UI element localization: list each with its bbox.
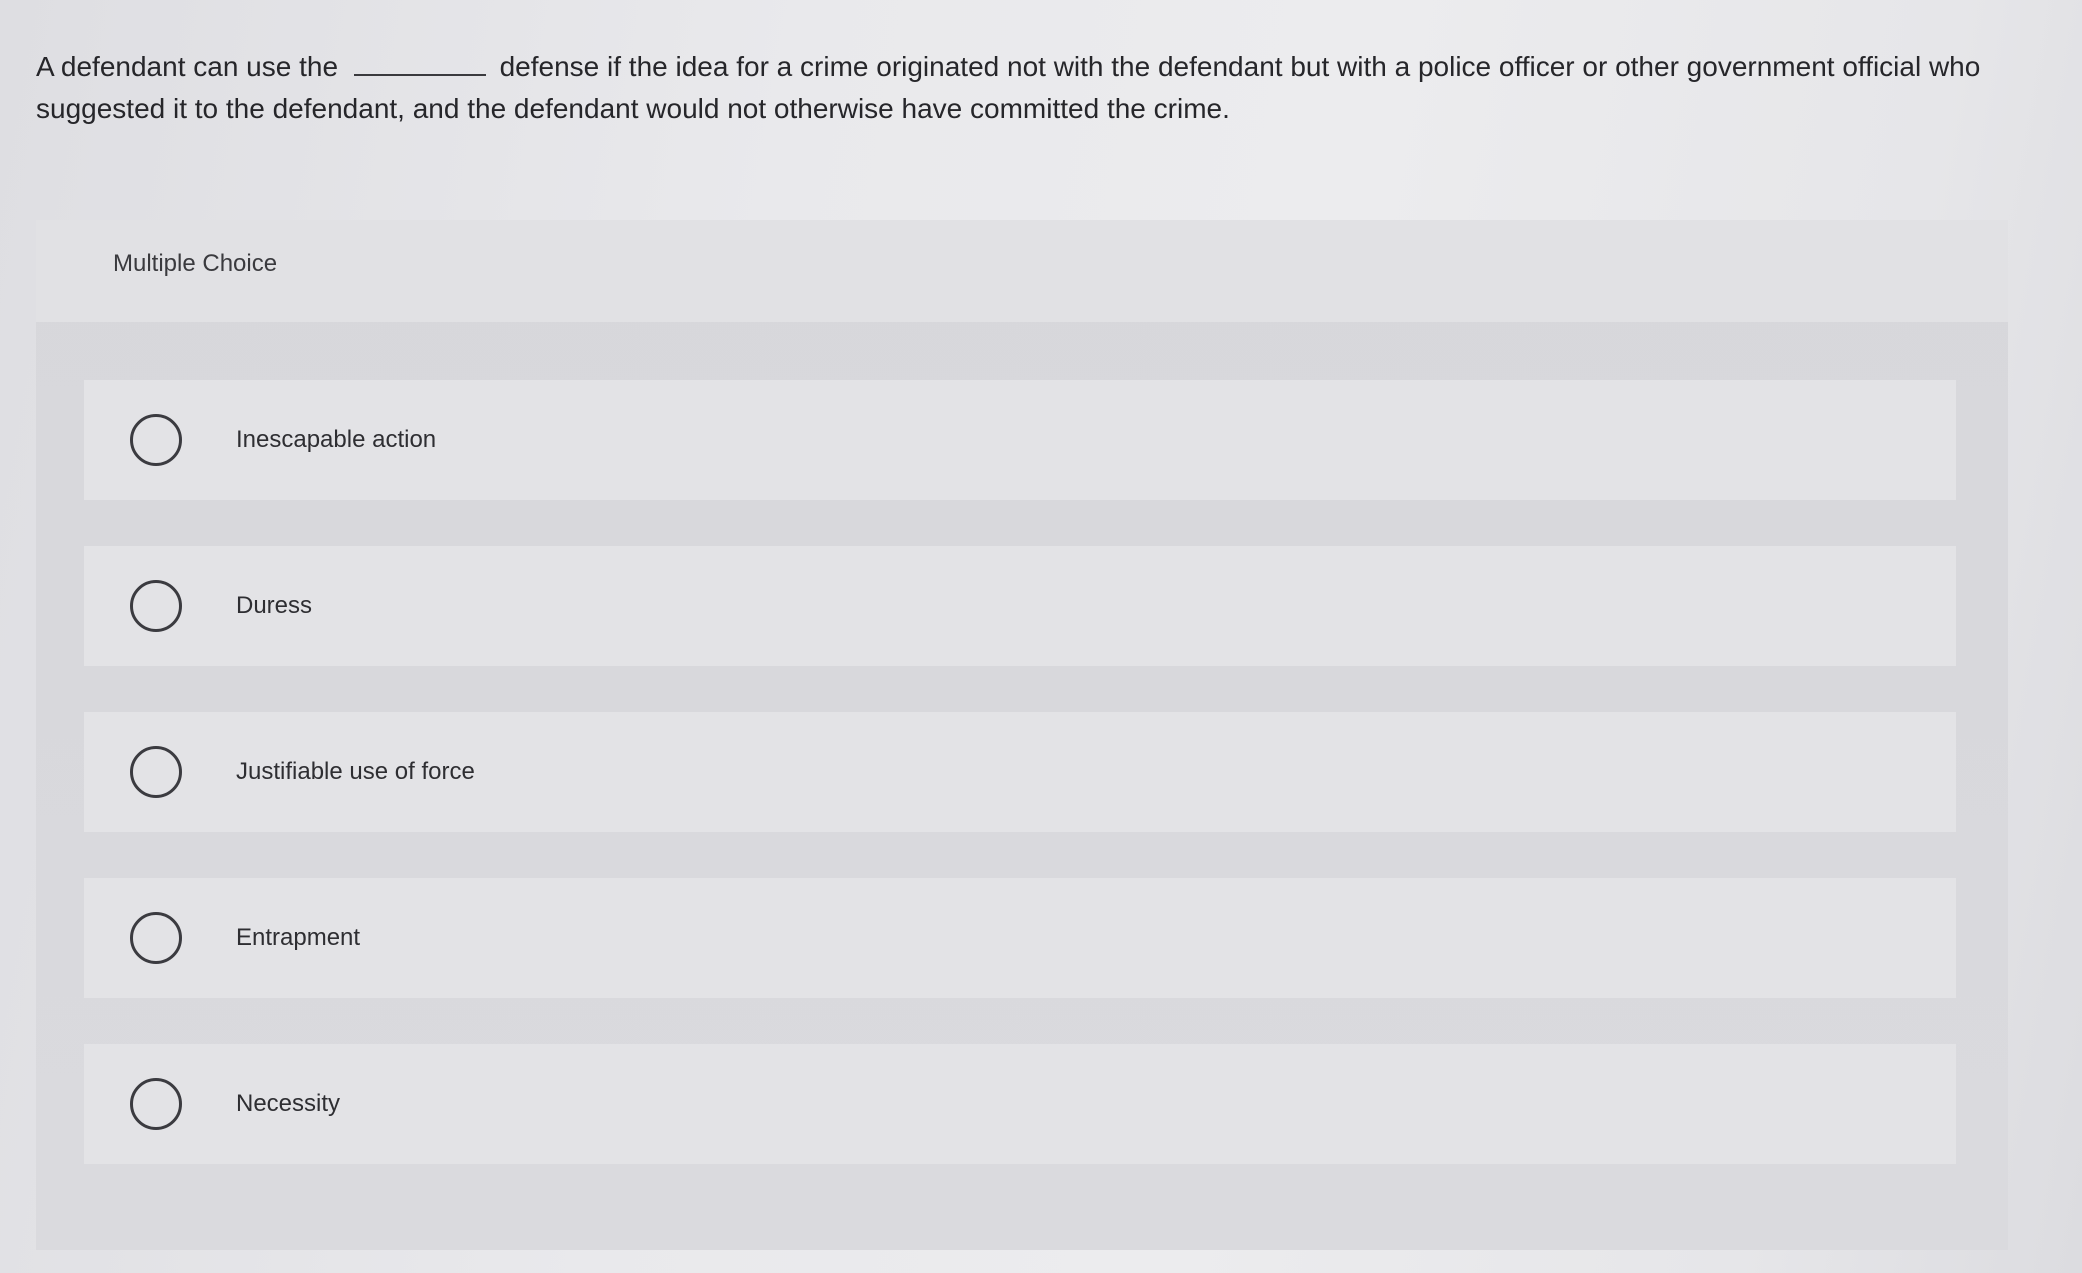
panel-header: Multiple Choice <box>36 220 2008 322</box>
radio-button[interactable] <box>130 746 182 798</box>
question-text: A defendant can use the defense if the i… <box>36 46 2016 130</box>
panel-title: Multiple Choice <box>113 250 278 277</box>
option-entrapment[interactable]: Entrapment <box>84 878 1956 998</box>
option-inescapable-action[interactable]: Inescapable action <box>84 380 1956 500</box>
option-label: Entrapment <box>236 924 361 951</box>
option-label: Necessity <box>236 1090 341 1117</box>
option-label: Justifiable use of force <box>236 758 475 785</box>
radio-button[interactable] <box>130 1078 182 1130</box>
option-duress[interactable]: Duress <box>84 546 1956 666</box>
question-text-before: A defendant can use the <box>36 51 339 82</box>
answer-blank <box>353 52 486 76</box>
option-label: Inescapable action <box>236 426 437 453</box>
option-label: Duress <box>236 592 313 619</box>
option-justifiable-use-of-force[interactable]: Justifiable use of force <box>84 712 1956 832</box>
option-necessity[interactable]: Necessity <box>84 1044 1956 1164</box>
radio-button[interactable] <box>130 414 182 466</box>
multiple-choice-panel: Multiple Choice Inescapable action Dures… <box>36 220 2008 1250</box>
radio-button[interactable] <box>130 912 182 964</box>
radio-button[interactable] <box>130 580 182 632</box>
options-list: Inescapable action Duress Justifiable us… <box>84 380 1956 1210</box>
